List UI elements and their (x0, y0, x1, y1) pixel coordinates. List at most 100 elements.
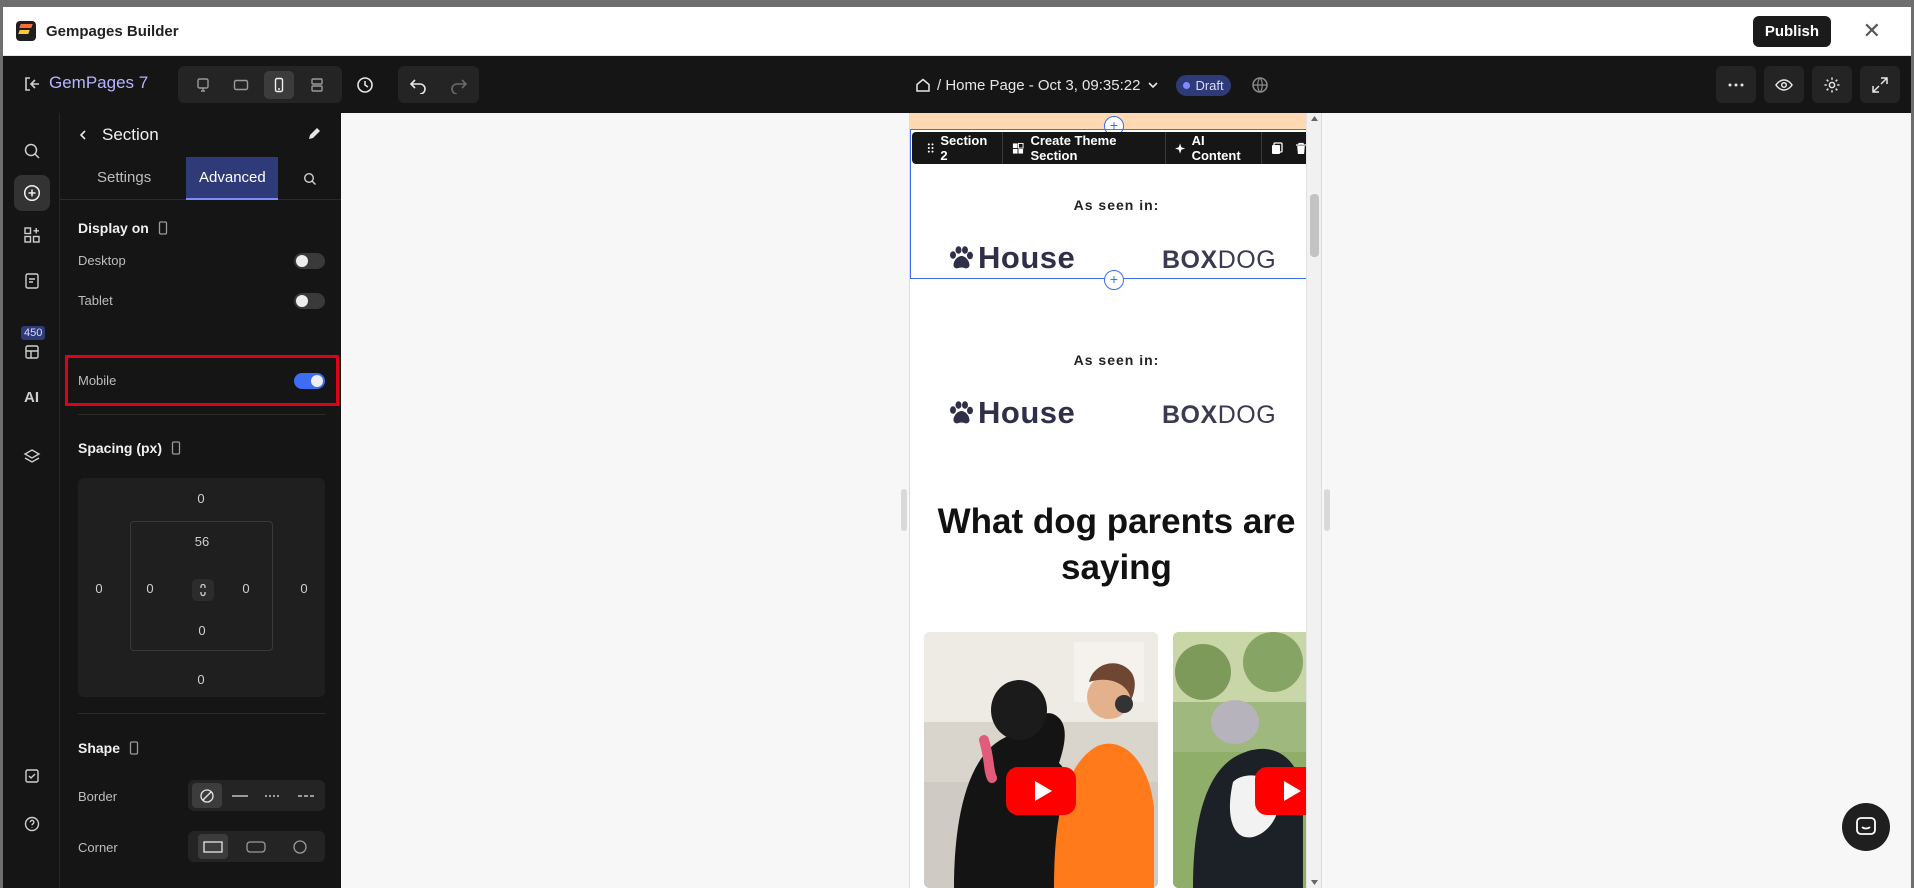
video-thumbnail[interactable] (924, 632, 1158, 888)
help-icon[interactable] (14, 806, 50, 842)
link-values-icon[interactable] (192, 579, 214, 601)
desktop-device-icon[interactable] (188, 71, 218, 99)
back-chevron-icon[interactable] (77, 129, 89, 141)
mobile-toggle[interactable] (294, 373, 325, 389)
padding-bottom-input[interactable]: 0 (187, 623, 217, 638)
search-icon[interactable] (14, 133, 50, 169)
ai-content-button[interactable]: AI Content (1166, 132, 1262, 164)
youtube-play-icon[interactable] (1255, 767, 1308, 815)
ai-icon[interactable]: AI (24, 389, 39, 406)
margin-bottom-input[interactable]: 0 (186, 672, 216, 687)
margin-left-input[interactable]: 0 (84, 581, 114, 596)
shape-label: Shape (78, 740, 121, 756)
checklist-icon[interactable] (14, 758, 50, 794)
border-solid-icon[interactable] (225, 783, 255, 808)
tablet-toggle[interactable] (294, 293, 325, 309)
brand-label[interactable]: GemPages 7 (49, 73, 148, 93)
settings-gear-icon[interactable] (1812, 66, 1852, 103)
youtube-play-icon[interactable] (1006, 767, 1076, 815)
panel-search-icon[interactable] (303, 172, 317, 186)
page-name: / Home Page - Oct 3, 09:35:22 (937, 76, 1141, 94)
resize-handle-right[interactable] (1324, 489, 1330, 531)
chat-support-icon[interactable] (1842, 803, 1890, 851)
as-seen-in-heading: As seen in: (1073, 352, 1160, 368)
gempages-logo-icon (16, 21, 36, 41)
create-theme-label: Create Theme Section (1030, 133, 1117, 163)
corner-square-icon[interactable] (197, 834, 228, 859)
fullscreen-icon[interactable] (1860, 66, 1900, 103)
preview-eye-icon[interactable] (1764, 66, 1804, 103)
templates-icon[interactable] (14, 338, 50, 366)
pages-icon[interactable] (14, 263, 50, 299)
boxdog-logo: BOXDOG (1162, 401, 1276, 430)
redo-icon[interactable] (450, 76, 468, 94)
apps-icon[interactable] (14, 217, 50, 253)
create-theme-section-button[interactable]: Create Theme Section (1003, 132, 1167, 164)
editor-canvas: + Section 2 Create Theme Section AI Cont… (341, 113, 1911, 888)
corner-circle-icon[interactable] (285, 834, 315, 859)
exit-icon[interactable] (23, 75, 41, 93)
preview-scrollbar[interactable] (1306, 113, 1321, 888)
scrollbar-thumb[interactable] (1310, 194, 1319, 257)
tablet-device-icon[interactable] (226, 71, 256, 99)
spacing-label: Spacing (px) (78, 440, 163, 456)
margin-top-input[interactable]: 0 (186, 491, 216, 506)
section-drag-handle[interactable]: Section 2 (918, 132, 1004, 164)
corner-rounded-icon[interactable] (241, 834, 271, 859)
home-icon (916, 78, 930, 92)
left-icon-rail: 450 AI (3, 113, 60, 888)
padding-left-input[interactable]: 0 (135, 581, 165, 596)
scroll-down-icon[interactable] (1310, 879, 1319, 886)
sparkle-icon (1175, 142, 1186, 154)
device-mobile-icon (129, 741, 139, 755)
status-dot (1183, 81, 1191, 89)
close-icon[interactable]: ✕ (1863, 19, 1881, 43)
border-dashed-icon[interactable] (291, 783, 321, 808)
panel-title: Section (102, 125, 159, 144)
mobile-preview: + Section 2 Create Theme Section AI Cont… (909, 113, 1322, 888)
resize-handle-left[interactable] (901, 489, 907, 531)
divider (78, 414, 325, 415)
panel-header: Section (60, 113, 341, 157)
device-mobile-icon (158, 221, 167, 235)
margin-right-input[interactable]: 0 (289, 581, 319, 596)
drag-handle-icon[interactable] (927, 142, 934, 154)
duplicate-icon[interactable] (1271, 141, 1283, 155)
scroll-up-icon[interactable] (1310, 115, 1319, 122)
window-title: Gempages Builder (46, 22, 179, 40)
padding-box: 56 0 0 0 (130, 521, 273, 651)
padding-right-input[interactable]: 0 (231, 581, 261, 596)
boxdog-logo: BOXDOG (1162, 246, 1276, 275)
video-thumbnail[interactable] (1173, 632, 1308, 888)
border-dotted-icon[interactable] (258, 783, 288, 808)
status-badge: Draft (1176, 74, 1231, 96)
custom-device-icon[interactable] (302, 71, 332, 99)
history-icon[interactable] (353, 73, 377, 97)
section-toolbar: Section 2 Create Theme Section AI Conten… (912, 132, 1321, 164)
desktop-toggle[interactable] (294, 253, 325, 269)
spacing-box: 0 0 0 0 56 0 0 0 (78, 478, 325, 697)
padding-top-input[interactable]: 56 (187, 534, 217, 549)
more-options-icon[interactable] (1716, 66, 1756, 103)
add-section-below-button[interactable]: + (1104, 270, 1124, 290)
border-none-icon[interactable] (192, 783, 223, 808)
globe-icon[interactable] (1251, 76, 1269, 94)
divider (78, 713, 325, 714)
display-on-label: Display on (78, 220, 149, 236)
chevron-down-icon[interactable] (1146, 78, 1160, 92)
house-logo-text: House (978, 240, 1076, 275)
add-element-icon[interactable] (14, 175, 50, 211)
layers-icon[interactable] (14, 439, 50, 475)
edit-pencil-icon[interactable] (306, 126, 322, 142)
publish-button[interactable]: Publish (1752, 16, 1831, 47)
tab-settings[interactable]: Settings (97, 169, 151, 186)
ai-content-label: AI Content (1191, 133, 1241, 163)
page-breadcrumb[interactable]: / Home Page - Oct 3, 09:35:22 Draft (915, 73, 1269, 97)
mobile-device-icon[interactable] (264, 70, 294, 99)
tablet-label: Tablet (78, 293, 113, 308)
boxdog-logo-bold: BOX (1162, 401, 1218, 429)
corner-label: Corner (78, 840, 118, 855)
spacing-title: Spacing (px) (78, 440, 182, 456)
undo-icon[interactable] (409, 76, 427, 94)
tab-advanced[interactable]: Advanced (199, 169, 266, 186)
